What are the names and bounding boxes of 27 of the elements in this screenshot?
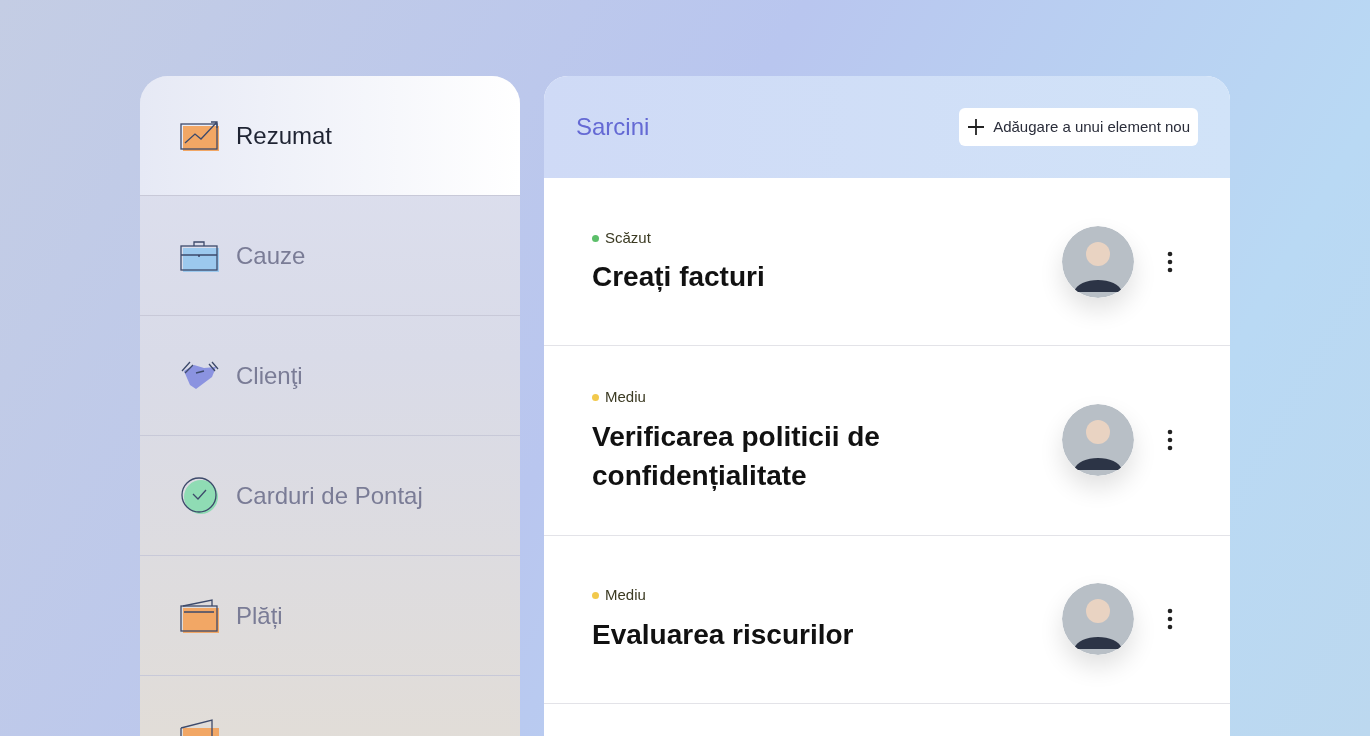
chart-icon (180, 118, 220, 153)
priority-label: Mediu (605, 585, 646, 606)
sidebar-label: Cauze (236, 240, 306, 271)
sidebar-item[interactable]: Plăți (140, 556, 520, 676)
task-title: Verificarea politicii de confidențialitate (592, 419, 881, 493)
sidebar-label: Rezumat (236, 120, 333, 151)
more-options-button[interactable] (1166, 608, 1174, 630)
sidebar-item[interactable]: Cauze (140, 196, 520, 316)
task-title: Creați facturi (592, 260, 766, 295)
panel-title: Sarcini (576, 112, 650, 142)
briefcase-icon (180, 238, 220, 273)
sidebar-item[interactable]: Clienţi (140, 316, 520, 436)
sidebar-item[interactable]: Rezumat (140, 76, 520, 196)
wallet-icon (180, 597, 220, 634)
check-circle-icon (180, 475, 220, 516)
sidebar-label: Carduri de Pontaj (236, 480, 423, 511)
task-title: Evaluarea riscurilor (592, 617, 855, 652)
sidebar-label: Clienţi (236, 360, 303, 391)
plus-icon (967, 118, 986, 136)
sidebar-label: Plăți (236, 600, 283, 631)
add-item-button[interactable]: Adăugare a unui element nou (959, 108, 1198, 146)
sidebar-item[interactable]: Carduri de Pontaj (140, 436, 520, 556)
more-options-button[interactable] (1166, 429, 1174, 452)
priority-label: Mediu (605, 387, 646, 407)
priority-label: Scăzut (605, 227, 651, 248)
more-options-button[interactable] (1166, 250, 1174, 273)
avatar (1062, 583, 1134, 655)
